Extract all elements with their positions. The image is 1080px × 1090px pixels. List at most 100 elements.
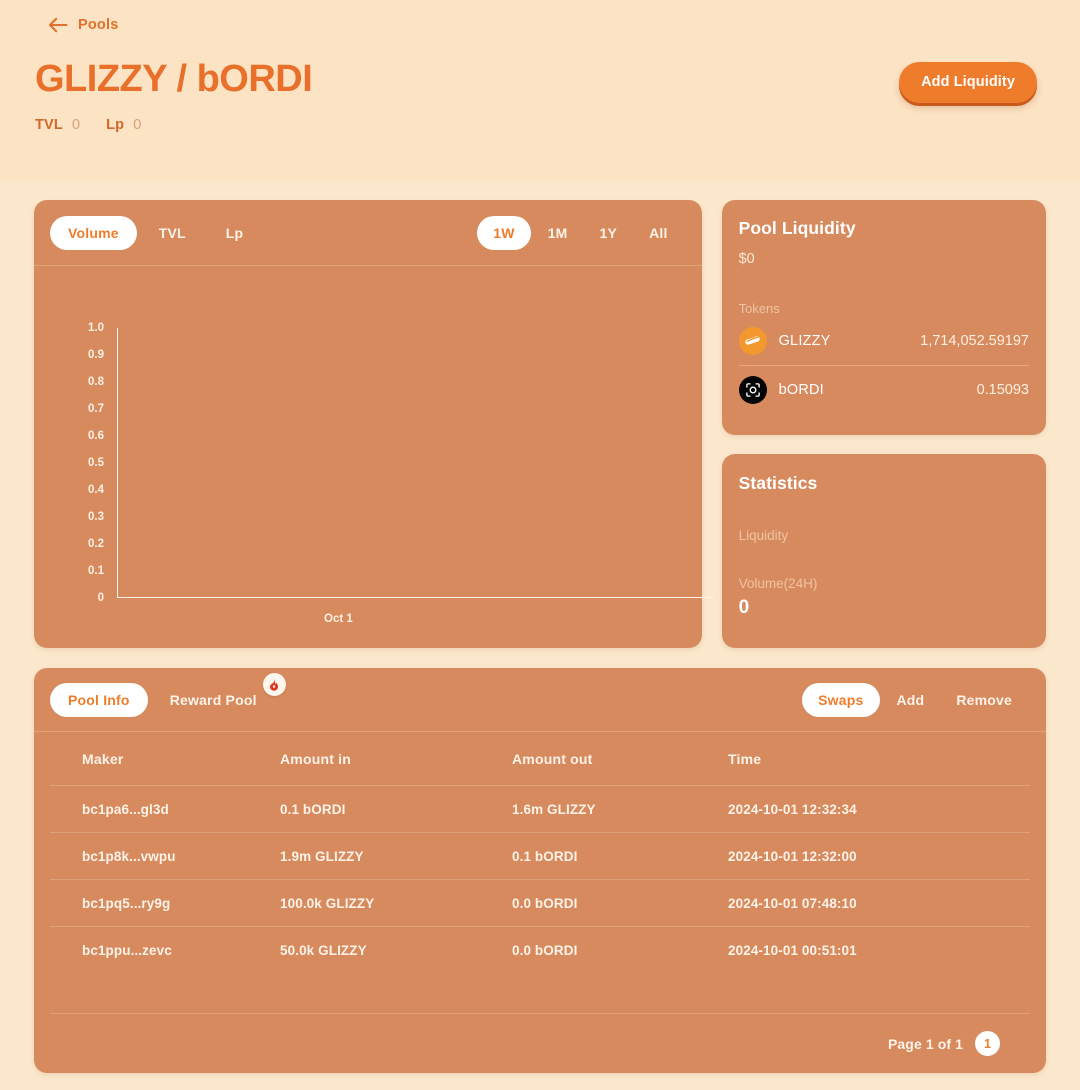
side-column: Pool Liquidity $0 Tokens GLIZZY 1,714,05… xyxy=(721,200,1046,648)
back-to-pools-link[interactable]: Pools xyxy=(47,16,118,34)
tvl-label: TVL xyxy=(35,117,63,133)
swaps-table-body: bc1pa6...gl3d 0.1 bORDI 1.6m GLIZZY 2024-10… xyxy=(50,785,1030,973)
back-link-label: Pools xyxy=(78,17,119,33)
statistics-liquidity-block: Liquidity xyxy=(739,528,1029,543)
cell-amount-out: 0.0 bORDI xyxy=(512,926,728,973)
table-header-row: Maker Amount in Amount out Time xyxy=(50,732,1030,786)
tab-reward-pool-wrap: Reward Pool xyxy=(152,672,286,717)
arrow-left-icon xyxy=(47,16,69,34)
tab-swaps[interactable]: Swaps xyxy=(802,682,880,717)
swaps-table-head: Maker Amount in Amount out Time xyxy=(50,732,1030,786)
range-1y[interactable]: 1Y xyxy=(585,216,633,250)
chart-y-tick-label: 0.7 xyxy=(88,403,104,415)
cell-time: 2024-10-01 12:32:00 xyxy=(728,832,1030,880)
table-row[interactable]: bc1pq5...ry9g 100.0k GLIZZY 0.0 bORDI 2024-… xyxy=(50,879,1030,927)
metric-tab-group: Volume TVL Lp xyxy=(50,215,262,250)
swaps-table-wrap: Maker Amount in Amount out Time bc1pa6..… xyxy=(34,732,1046,973)
tab-volume[interactable]: Volume xyxy=(50,215,137,250)
tokens-label: Tokens xyxy=(738,301,780,316)
page-title: GLIZZY / bORDI xyxy=(35,58,313,100)
bordi-token-icon xyxy=(738,376,767,404)
pool-liquidity-title: Pool Liquidity xyxy=(738,218,856,238)
column-header-amount-out: Amount out xyxy=(512,751,593,767)
activity-left-tabs: Pool Info Reward Pool xyxy=(50,672,286,717)
pool-liquidity-card: Pool Liquidity $0 Tokens GLIZZY 1,714,05… xyxy=(721,200,1046,435)
cell-maker: bc1ppu...zevc xyxy=(50,926,280,973)
tab-remove[interactable]: Remove xyxy=(941,683,1027,717)
chart-y-tick-label: 0 xyxy=(97,592,104,604)
activity-card: Pool Info Reward Pool Swaps Add Remove M… xyxy=(34,668,1046,1073)
chart-card: Volume TVL Lp 1W 1M 1Y All 1.0 0.9 0.8 0.7 0… xyxy=(34,200,714,648)
swaps-table: Maker Amount in Amount out Time bc1pa6..… xyxy=(50,732,1030,973)
pool-liquidity-amount: $0 xyxy=(738,251,755,267)
tab-reward-pool[interactable]: Reward Pool xyxy=(152,683,275,717)
chart-toolbar: Volume TVL Lp 1W 1M 1Y All xyxy=(34,200,702,266)
table-row[interactable]: bc1pa6...gl3d 0.1 bORDI 1.6m GLIZZY 2024-10… xyxy=(50,785,1030,833)
statistics-volume-value: 0 xyxy=(738,597,750,618)
token-amount: 1,714,052.59197 xyxy=(920,332,1029,349)
cell-amount-in: 100.0k GLIZZY xyxy=(280,879,512,927)
range-tab-group: 1W 1M 1Y All xyxy=(477,215,683,250)
chart-x-tick-label: Oct 1 xyxy=(324,613,353,625)
chart-plot-region: 1.0 0.9 0.8 0.7 0.6 0.5 0.4 0.3 0.2 0.1 0 Oct 1 xyxy=(34,266,714,648)
chart-y-axis: 1.0 0.9 0.8 0.7 0.6 0.5 0.4 0.3 0.2 0.1 0 xyxy=(70,322,104,604)
range-1m[interactable]: 1M xyxy=(533,216,583,250)
token-name: GLIZZY xyxy=(778,332,831,349)
cell-maker: bc1p8k...vwpu xyxy=(50,832,280,880)
range-1w[interactable]: 1W xyxy=(477,215,531,250)
cell-time: 2024-10-01 00:51:01 xyxy=(728,926,1030,973)
statistics-card: Statistics Liquidity Volume(24H) 0 xyxy=(721,454,1046,648)
statistics-title: Statistics xyxy=(738,473,818,493)
activity-toolbar: Pool Info Reward Pool Swaps Add Remove xyxy=(34,668,1046,732)
table-row[interactable]: bc1p8k...vwpu 1.9m GLIZZY 0.1 bORDI 2024-10… xyxy=(50,832,1030,880)
fire-icon xyxy=(262,672,286,696)
cell-amount-out: 0.1 bORDI xyxy=(512,832,728,880)
chart-axes-frame xyxy=(117,328,714,598)
activity-right-tabs: Swaps Add Remove xyxy=(802,682,1027,717)
cell-time: 2024-10-01 12:32:34 xyxy=(728,785,1030,833)
pagination: Page 1 of 1 1 xyxy=(50,1013,1030,1073)
column-header-amount-in: Amount in xyxy=(280,751,352,767)
top-section: Volume TVL Lp 1W 1M 1Y All 1.0 0.9 0.8 0.7 0… xyxy=(34,181,1046,648)
chart-column: Volume TVL Lp 1W 1M 1Y All 1.0 0.9 0.8 0.7 0… xyxy=(34,200,714,648)
page-header: Pools GLIZZY / bORDI TVL 0 Lp 0 Add Liqu… xyxy=(0,0,1080,181)
chart-y-tick-label: 1.0 xyxy=(88,322,104,334)
lp-label: Lp xyxy=(106,117,125,133)
statistics-volume-block: Volume(24H) 0 xyxy=(739,576,1029,619)
chart-y-tick-label: 0.9 xyxy=(88,349,104,361)
token-name: bORDI xyxy=(778,382,824,398)
token-amount: 0.15093 xyxy=(976,382,1029,398)
lp-value: 0 xyxy=(133,117,142,133)
cell-time: 2024-10-01 07:48:10 xyxy=(728,879,1030,927)
tab-lp[interactable]: Lp xyxy=(208,216,262,250)
cell-amount-out: 1.6m GLIZZY xyxy=(512,785,728,833)
chart-y-tick-label: 0.1 xyxy=(88,565,104,577)
table-row[interactable]: bc1ppu...zevc 50.0k GLIZZY 0.0 bORDI 2024-1… xyxy=(50,926,1030,973)
cell-amount-in: 1.9m GLIZZY xyxy=(280,832,512,880)
tab-add[interactable]: Add xyxy=(882,683,940,717)
chart-y-tick-label: 0.5 xyxy=(88,457,104,469)
cell-amount-out: 0.0 bORDI xyxy=(512,879,728,927)
glizzy-token-icon xyxy=(738,326,767,355)
statistics-volume-label: Volume(24H) xyxy=(738,576,818,591)
tab-tvl[interactable]: TVL xyxy=(141,216,204,250)
pagination-page-button[interactable]: 1 xyxy=(975,1031,1000,1056)
cell-amount-in: 0.1 bORDI xyxy=(280,785,512,833)
range-all[interactable]: All xyxy=(634,216,683,250)
chart-y-tick-label: 0.2 xyxy=(88,538,104,550)
cell-maker: bc1pa6...gl3d xyxy=(50,785,280,833)
add-liquidity-button[interactable]: Add Liquidity xyxy=(899,62,1037,103)
chart-y-tick-label: 0.8 xyxy=(88,376,104,388)
tvl-value: 0 xyxy=(72,117,81,133)
chart-y-tick-label: 0.6 xyxy=(88,430,104,442)
column-header-time: Time xyxy=(728,751,762,767)
page-body: Volume TVL Lp 1W 1M 1Y All 1.0 0.9 0.8 0.7 0… xyxy=(0,181,1080,1090)
pool-summary-stats: TVL 0 Lp 0 xyxy=(35,117,141,133)
column-header-maker: Maker xyxy=(82,751,124,767)
statistics-liquidity-label: Liquidity xyxy=(738,528,789,543)
token-row: GLIZZY 1,714,052.59197 xyxy=(738,316,1029,365)
chart-y-tick-label: 0.4 xyxy=(88,484,104,496)
tab-pool-info[interactable]: Pool Info xyxy=(50,682,148,717)
cell-amount-in: 50.0k GLIZZY xyxy=(280,926,512,973)
token-row: bORDI 0.15093 xyxy=(738,365,1029,414)
